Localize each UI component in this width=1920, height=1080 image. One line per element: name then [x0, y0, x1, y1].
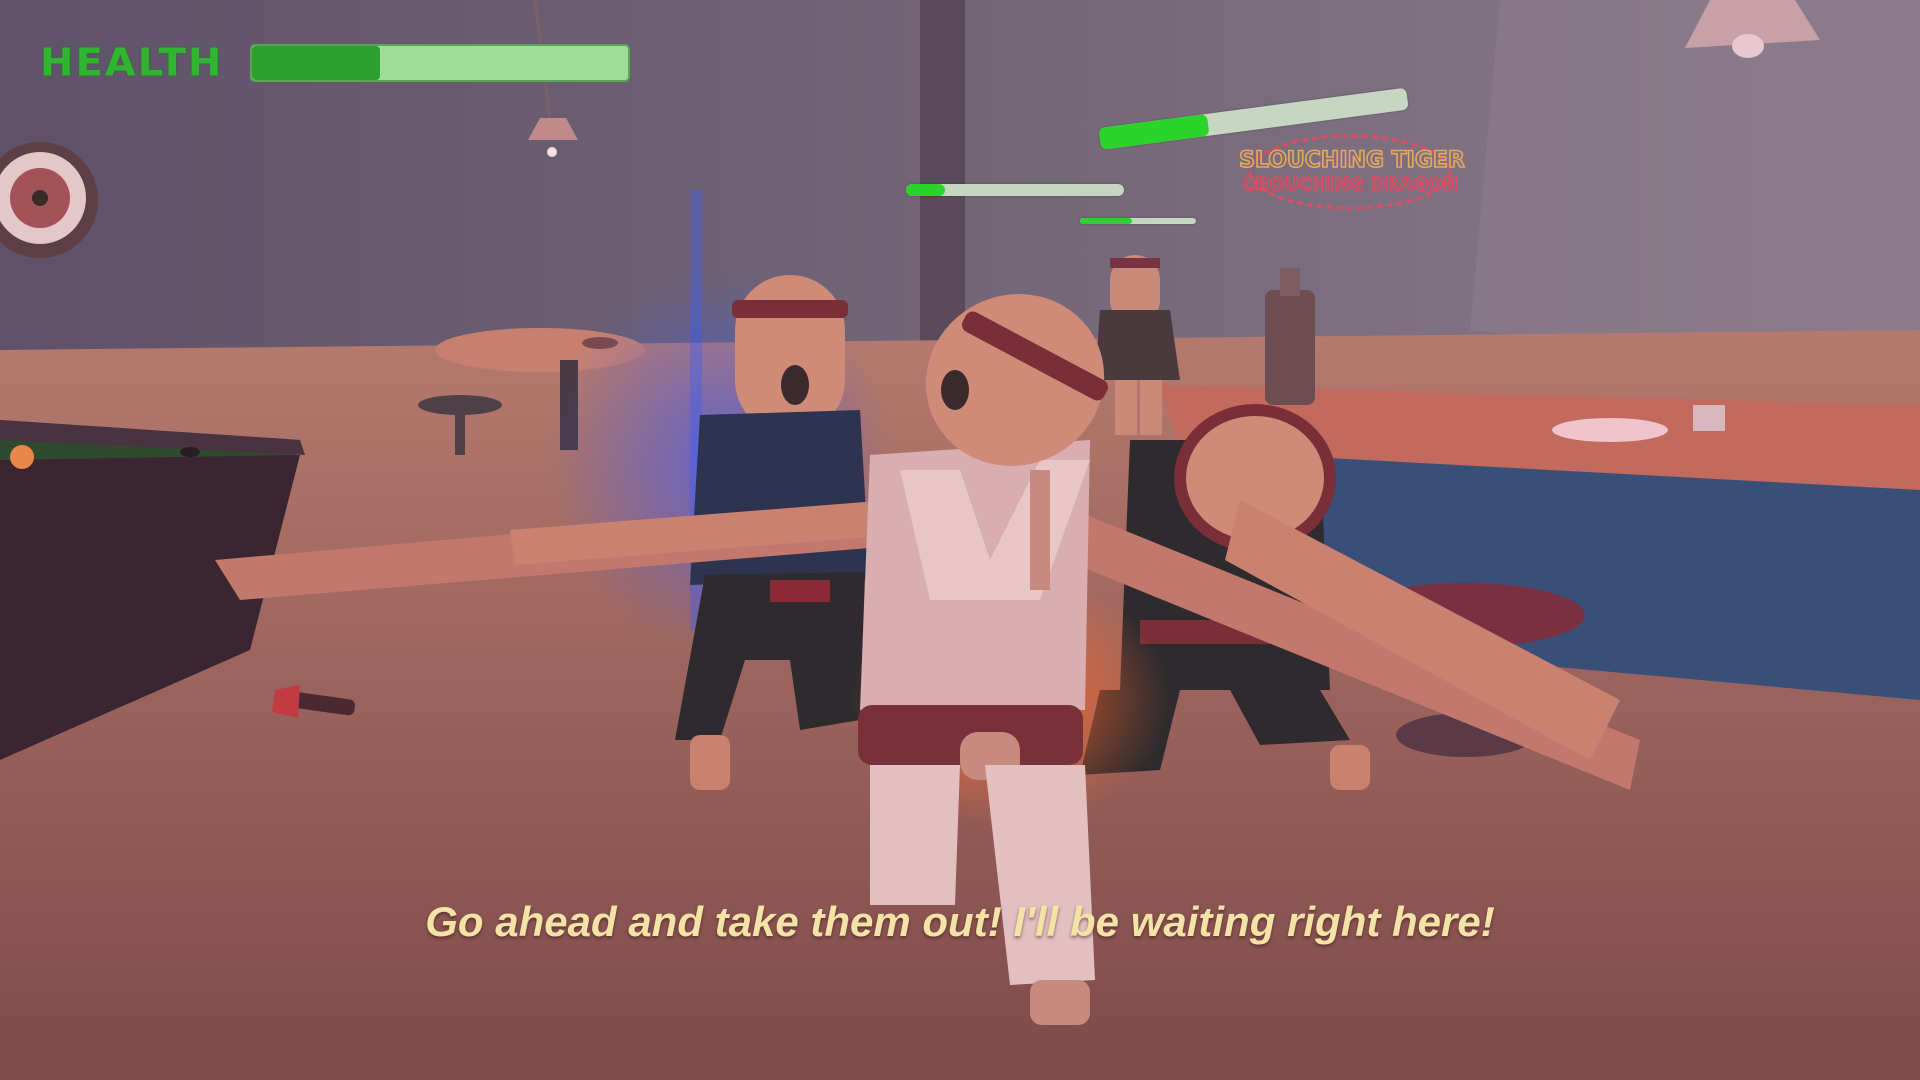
enemy-health-bar — [1080, 218, 1196, 224]
enemy-health-bar — [906, 184, 1124, 196]
dialogue-subtitle: Go ahead and take them out! I'll be wait… — [425, 898, 1495, 945]
player-health-bar — [250, 44, 630, 82]
wall-panel — [1470, 0, 1920, 380]
enemy-health-fill — [1080, 218, 1133, 224]
health-label: HEALTH — [40, 41, 224, 85]
player-health-fill — [252, 46, 380, 80]
enemy-health-fill — [906, 184, 946, 196]
neon-sign-line-1: SLOUCHING TIGER — [1239, 148, 1465, 173]
wooden-pillar — [920, 0, 965, 360]
neon-sign-line-2: CROUCHING DRAGON — [1242, 174, 1458, 195]
